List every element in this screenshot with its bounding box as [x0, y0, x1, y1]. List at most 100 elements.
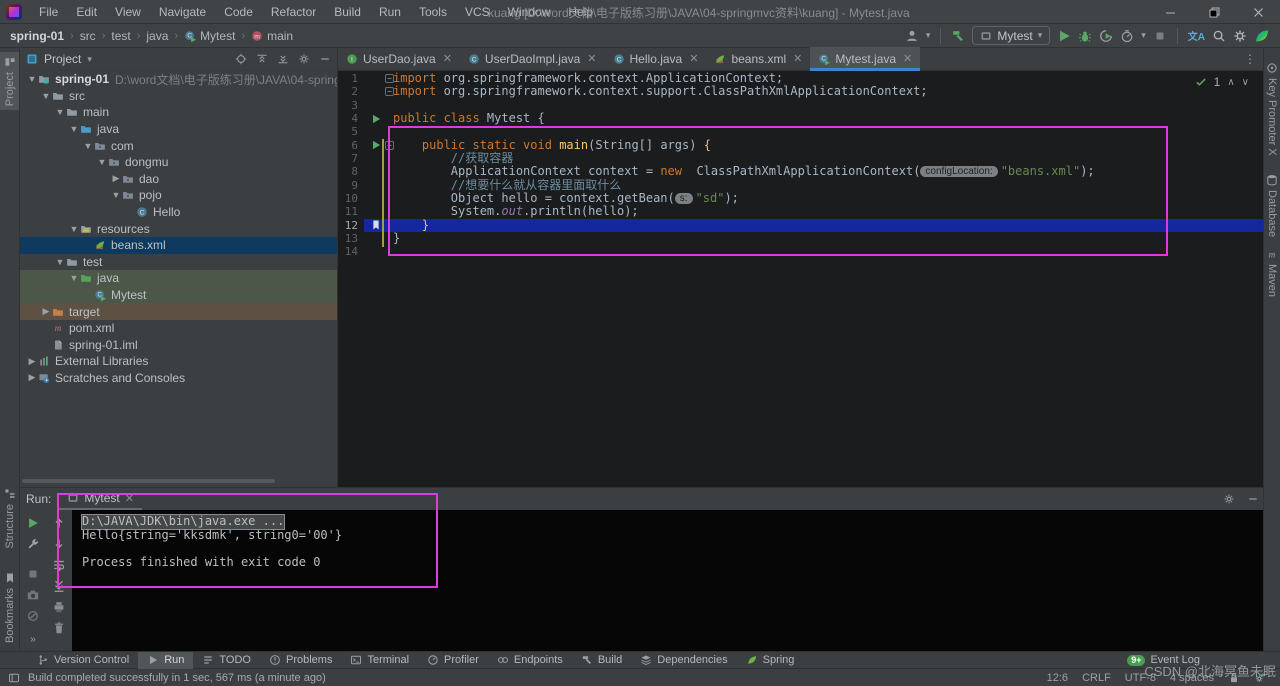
tree-chevron-icon[interactable]: ▼: [96, 157, 108, 167]
tree-item-main[interactable]: ▼main: [20, 104, 337, 121]
tree-item-spring-01-iml[interactable]: spring-01.iml: [20, 337, 337, 354]
tree-chevron-icon[interactable]: ▼: [26, 74, 38, 84]
minimize-button[interactable]: [1148, 0, 1192, 24]
breadcrumb-main[interactable]: mmain: [251, 29, 293, 43]
menu-edit[interactable]: Edit: [67, 3, 106, 21]
tree-chevron-icon[interactable]: ▶: [110, 173, 122, 184]
close-button[interactable]: [1236, 0, 1280, 24]
tree-item-java[interactable]: ▼java: [20, 270, 337, 287]
tree-item-external-libraries[interactable]: ▶External Libraries: [20, 353, 337, 370]
menu-code[interactable]: Code: [215, 3, 262, 21]
run-settings-gear-icon[interactable]: [1223, 493, 1235, 505]
notifications-gear-icon[interactable]: [1254, 672, 1266, 684]
rerun-button-icon[interactable]: [26, 516, 40, 530]
tree-chevron-icon[interactable]: ▼: [54, 107, 66, 117]
toolwindow-dependencies[interactable]: Dependencies: [631, 652, 736, 669]
project-hscrollbar[interactable]: [22, 479, 275, 483]
user-dropdown-icon[interactable]: ▾: [926, 30, 931, 41]
run-button-icon[interactable]: [1057, 29, 1071, 43]
tree-chevron-icon[interactable]: ▼: [82, 141, 94, 151]
build-hammer-icon[interactable]: [951, 29, 965, 43]
tool-stripe-key-promoter[interactable]: Key Promoter X: [1264, 58, 1280, 160]
user-icon[interactable]: [905, 29, 919, 43]
menu-build[interactable]: Build: [325, 3, 370, 21]
fold-marker-icon[interactable]: −: [385, 74, 394, 83]
fold-marker-icon[interactable]: −: [385, 141, 394, 150]
tab-close-icon[interactable]: ✕: [443, 52, 452, 65]
tool-stripe-database[interactable]: Database: [1264, 170, 1280, 241]
next-problem-icon[interactable]: ∨: [1242, 77, 1249, 88]
thread-dump-icon[interactable]: [26, 588, 40, 602]
tree-item-dao[interactable]: ▶dao: [20, 171, 337, 188]
tree-item-scratches-and-consoles[interactable]: ▶Scratches and Consoles: [20, 370, 337, 387]
code-editor[interactable]: 1import org.springframework.context.Appl…: [338, 71, 1263, 487]
editor-tab-userdaoimpl.java[interactable]: CUserDaoImpl.java✕: [460, 47, 605, 70]
breadcrumb-java[interactable]: java: [146, 29, 168, 43]
tab-close-icon[interactable]: ✕: [793, 52, 802, 65]
breadcrumb-test[interactable]: test: [111, 29, 130, 43]
settings-gear-icon[interactable]: [1233, 29, 1247, 43]
file-encoding[interactable]: UTF-8: [1125, 672, 1156, 684]
status-message[interactable]: Build completed successfully in 1 sec, 5…: [28, 672, 326, 684]
tree-item-com[interactable]: ▼com: [20, 137, 337, 154]
tool-window-toggle-icon[interactable]: [8, 672, 20, 684]
menu-navigate[interactable]: Navigate: [150, 3, 215, 21]
tree-item-spring-01[interactable]: ▼spring-01D:\word文档\电子版练习册\JAVA\04-sprin…: [20, 71, 337, 88]
locate-file-icon[interactable]: [235, 53, 247, 65]
menu-run[interactable]: Run: [370, 3, 410, 21]
toolwindow-run[interactable]: Run: [138, 652, 193, 669]
fold-marker-icon[interactable]: −: [385, 87, 394, 96]
run-config-wrench-icon[interactable]: [26, 537, 40, 551]
collapse-all-icon[interactable]: [277, 53, 289, 65]
run-configuration-select[interactable]: Mytest ▾: [972, 26, 1050, 45]
tab-close-icon[interactable]: ✕: [689, 52, 698, 65]
tree-chevron-icon[interactable]: ▼: [54, 257, 66, 267]
expand-all-icon[interactable]: [256, 53, 268, 65]
tree-item-beans-xml[interactable]: beans.xml: [20, 237, 337, 254]
up-stack-trace-icon[interactable]: [52, 516, 66, 530]
toolwindow-spring[interactable]: Spring: [737, 652, 804, 669]
toolwindow-version-control[interactable]: Version Control: [28, 652, 138, 669]
tree-item-pom-xml[interactable]: mpom.xml: [20, 320, 337, 337]
tree-chevron-icon[interactable]: ▶: [26, 372, 38, 383]
tree-chevron-icon[interactable]: ▼: [40, 91, 52, 101]
tree-chevron-icon[interactable]: ▶: [26, 356, 38, 367]
print-icon[interactable]: [52, 600, 66, 614]
tree-item-pojo[interactable]: ▼pojo: [20, 187, 337, 204]
project-panel-title[interactable]: Project: [44, 52, 81, 66]
prev-problem-icon[interactable]: ∧: [1227, 77, 1234, 88]
tree-item-test[interactable]: ▼test: [20, 254, 337, 271]
readonly-lock-icon[interactable]: [1228, 672, 1240, 684]
soft-wrap-icon[interactable]: [52, 558, 66, 572]
run-tab[interactable]: Mytest ✕: [59, 488, 142, 510]
menu-refactor[interactable]: Refactor: [262, 3, 325, 21]
tree-item-mytest[interactable]: CMytest: [20, 287, 337, 304]
stop-process-icon[interactable]: [26, 567, 40, 581]
tree-item-dongmu[interactable]: ▼dongmu: [20, 154, 337, 171]
more-actions-icon[interactable]: »: [30, 634, 36, 651]
menu-view[interactable]: View: [106, 3, 150, 21]
tool-stripe-bookmarks[interactable]: Bookmarks: [0, 568, 19, 647]
caret-position[interactable]: 12:6: [1047, 672, 1068, 684]
tree-chevron-icon[interactable]: ▼: [110, 190, 122, 200]
line-separator[interactable]: CRLF: [1082, 672, 1111, 684]
tree-chevron-icon[interactable]: ▶: [40, 306, 52, 317]
translate-icon[interactable]: 文A: [1188, 28, 1205, 43]
breadcrumb-mytest[interactable]: CMytest: [184, 29, 235, 43]
toolwindow-build[interactable]: Build: [572, 652, 631, 669]
tree-chevron-icon[interactable]: ▼: [68, 224, 80, 234]
indent-style[interactable]: 4 spaces: [1170, 672, 1214, 684]
breadcrumb-src[interactable]: src: [80, 29, 96, 43]
project-settings-icon[interactable]: [298, 53, 310, 65]
editor-tab-beans.xml[interactable]: beans.xml✕: [706, 47, 810, 70]
toolwindow-terminal[interactable]: Terminal: [341, 652, 418, 669]
tree-chevron-icon[interactable]: ▼: [68, 124, 80, 134]
learn-ide-gradient-icon[interactable]: [1254, 28, 1270, 44]
run-tab-close-icon[interactable]: ✕: [125, 492, 134, 505]
clear-console-icon[interactable]: [52, 621, 66, 635]
toolwindow-todo[interactable]: TODO: [193, 652, 260, 669]
toolwindow-problems[interactable]: Problems: [260, 652, 341, 669]
inspection-widget[interactable]: 1 ∧ ∨: [1195, 75, 1249, 89]
debug-button-icon[interactable]: [1078, 29, 1092, 43]
down-stack-trace-icon[interactable]: [52, 537, 66, 551]
